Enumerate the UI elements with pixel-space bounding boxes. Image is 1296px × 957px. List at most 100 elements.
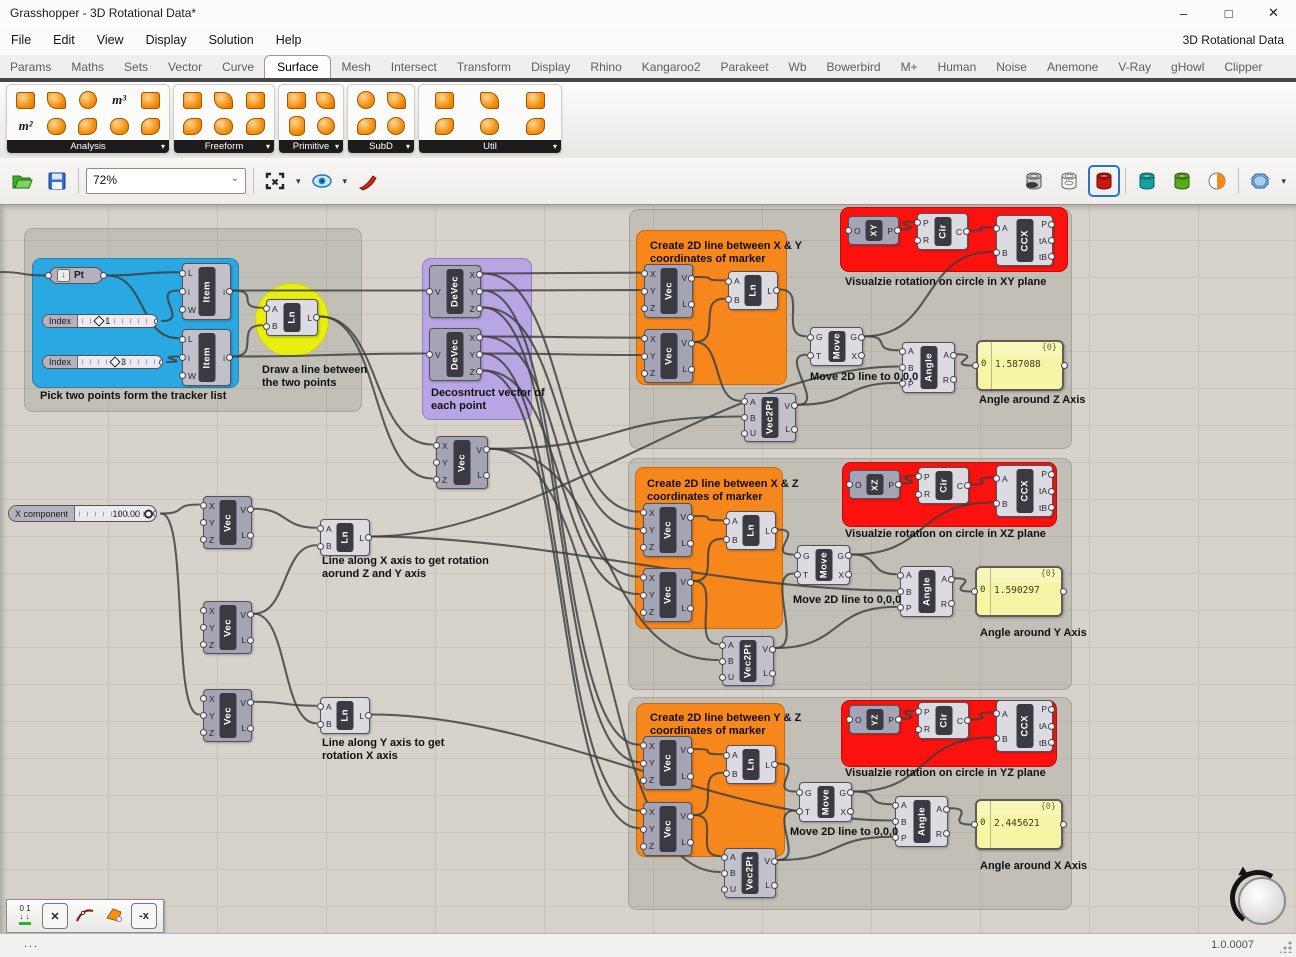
- trim-frame-icon[interactable]: [44, 113, 70, 139]
- item-2-input-pin-L[interactable]: [179, 336, 186, 343]
- vec-a-input-pin-Z[interactable]: [200, 536, 207, 543]
- ln-xz-output-pin-L[interactable]: [771, 527, 778, 534]
- move-xy-output-pin-G[interactable]: [858, 334, 865, 341]
- devec-2-output-pin-Z[interactable]: [476, 368, 483, 375]
- vec-c-input-pin-Y[interactable]: [200, 712, 207, 719]
- x-component-slider[interactable]: X component100.00: [8, 505, 157, 522]
- ribbon-group-expand-icon[interactable]: ▾: [553, 140, 557, 153]
- ln-xy-input-pin-A[interactable]: [725, 278, 732, 285]
- vec2pt-xy-component[interactable]: Vec2PtABUVL: [744, 393, 796, 442]
- tab-v-ray[interactable]: V-Ray: [1108, 56, 1161, 77]
- vec-xz-a-output-pin-V[interactable]: [687, 514, 694, 521]
- ccx-xy-component[interactable]: CCXABPtAtB: [996, 215, 1053, 266]
- ln-x-axis-input-pin-A[interactable]: [317, 525, 324, 532]
- vec2pt-xz-output-pin-V[interactable]: [769, 646, 776, 653]
- patch-grid-icon[interactable]: [477, 113, 503, 139]
- vec-c-output-pin-L[interactable]: [247, 725, 254, 732]
- panel-angle-z[interactable]: {0}01.587088: [976, 340, 1064, 391]
- ccx-xy-output-pin-tB[interactable]: [1048, 253, 1055, 260]
- ln-y-axis-input-pin-B[interactable]: [317, 721, 324, 728]
- save-file-icon[interactable]: [43, 167, 71, 195]
- edge-surface-icon[interactable]: [180, 113, 206, 139]
- index-slider-2-grip[interactable]: [109, 356, 120, 367]
- index-slider-1-track[interactable]: 1: [78, 315, 157, 327]
- vec-yz-a-input-pin-X[interactable]: [640, 742, 647, 749]
- bounding-frame-icon[interactable]: [477, 87, 503, 113]
- tab-kangaroo2[interactable]: Kangaroo2: [632, 56, 711, 77]
- plane-sheet-icon[interactable]: [313, 87, 339, 113]
- curve-tool-icon[interactable]: [73, 903, 97, 927]
- vec-b-input-pin-Y[interactable]: [200, 624, 207, 631]
- evaluate-ball-icon[interactable]: [75, 87, 101, 113]
- xy-plane-output-pin-P[interactable]: [894, 227, 901, 234]
- move-xz-input-pin-G[interactable]: [794, 552, 801, 559]
- vec-xz-a-input-pin-Z[interactable]: [640, 544, 647, 551]
- menu-file[interactable]: File: [0, 26, 42, 53]
- menu-solution[interactable]: Solution: [198, 26, 265, 53]
- ln-xy-output-pin-L[interactable]: [773, 287, 780, 294]
- index-slider-1-output-pin[interactable]: [154, 318, 158, 325]
- vec-a-input-pin-X[interactable]: [200, 502, 207, 509]
- pt-param[interactable]: ↓Pt: [49, 267, 103, 284]
- angle-x-input-pin-B[interactable]: [892, 818, 899, 825]
- tab-maths[interactable]: Maths: [61, 56, 114, 77]
- preview-off-cylinder-icon[interactable]: [1020, 167, 1048, 195]
- angle-x-output-pin-A[interactable]: [943, 806, 950, 813]
- brep-shell-icon[interactable]: [137, 87, 163, 113]
- custom-preview-teal-icon[interactable]: [1133, 167, 1161, 195]
- ln-xz-input-pin-B[interactable]: [723, 536, 730, 543]
- vec-xz-b-input-pin-X[interactable]: [640, 574, 647, 581]
- xz-plane-output-pin-P[interactable]: [895, 481, 902, 488]
- yz-plane-output-pin-P[interactable]: [895, 716, 902, 723]
- zoom-combo[interactable]: 72%⌄: [86, 168, 246, 194]
- devec-2-component[interactable]: DeVecVXYZ: [429, 328, 481, 381]
- devec-1-output-pin-X[interactable]: [476, 271, 483, 278]
- subd-mesh-ball-icon[interactable]: [383, 113, 409, 139]
- angle-y-input-pin-B[interactable]: [897, 588, 904, 595]
- gradient-wedge-icon[interactable]: [137, 113, 163, 139]
- vec2pt-yz-output-pin-L[interactable]: [771, 882, 778, 889]
- m3-volume-icon[interactable]: m³: [106, 87, 132, 113]
- vec-xy-b-input-pin-Z[interactable]: [641, 370, 648, 377]
- panel-angle-z-input-pin[interactable]: [972, 362, 979, 369]
- ln-y-axis-input-pin-A[interactable]: [317, 703, 324, 710]
- vec-free-input-pin-Y[interactable]: [433, 459, 440, 466]
- ln-xz-component[interactable]: LnABL: [726, 511, 776, 550]
- document-preview-octagon-icon[interactable]: [1246, 167, 1274, 195]
- ln-yz-input-pin-A[interactable]: [723, 752, 730, 759]
- vec-xz-b-input-pin-Y[interactable]: [640, 592, 647, 599]
- tab-vector[interactable]: Vector: [158, 56, 212, 77]
- vec-b-input-pin-Z[interactable]: [200, 641, 207, 648]
- item-2-input-pin-W[interactable]: [179, 372, 186, 379]
- holes-blob-icon[interactable]: [284, 87, 310, 113]
- vec2pt-xy-output-pin-L[interactable]: [791, 426, 798, 433]
- preview-shaded-cylinder-icon[interactable]: [1090, 167, 1118, 195]
- panel-angle-x-output-pin[interactable]: [1060, 821, 1067, 828]
- move-xy-input-pin-G[interactable]: [807, 334, 814, 341]
- move-yz-output-pin-X[interactable]: [847, 808, 854, 815]
- ln-xz-input-pin-A[interactable]: [723, 518, 730, 525]
- vec-xz-b-component[interactable]: VecXYZVL: [643, 568, 692, 622]
- vec2pt-yz-input-pin-A[interactable]: [721, 854, 728, 861]
- tab-curve[interactable]: Curve: [212, 56, 264, 77]
- ln-y-axis-component[interactable]: LnABL: [320, 697, 370, 734]
- cone-pin-icon[interactable]: [106, 113, 132, 139]
- panel-angle-x[interactable]: {0}02.445621: [975, 799, 1063, 850]
- vec-c-input-pin-Z[interactable]: [200, 729, 207, 736]
- vec-xy-a-input-pin-Z[interactable]: [641, 305, 648, 312]
- menu-help[interactable]: Help: [265, 26, 313, 53]
- yz-plane-input-pin-O[interactable]: [846, 716, 853, 723]
- vec-c-component[interactable]: VecXYZVL: [203, 689, 252, 742]
- vec-yz-a-input-pin-Y[interactable]: [640, 760, 647, 767]
- devec-1-output-pin-Y[interactable]: [476, 288, 483, 295]
- vec-xz-a-output-pin-L[interactable]: [687, 540, 694, 547]
- vec2pt-xy-input-pin-B[interactable]: [741, 414, 748, 421]
- sphere-icon[interactable]: [313, 113, 339, 139]
- vec-c-input-pin-X[interactable]: [200, 695, 207, 702]
- ccx-yz-output-pin-tB[interactable]: [1048, 739, 1055, 746]
- cir-yz-input-pin-P[interactable]: [915, 708, 922, 715]
- move-xz-input-pin-T[interactable]: [794, 571, 801, 578]
- vec2pt-yz-output-pin-V[interactable]: [771, 858, 778, 865]
- angle-x-input-pin-A[interactable]: [892, 802, 899, 809]
- angle-y-output-pin-R[interactable]: [948, 600, 955, 607]
